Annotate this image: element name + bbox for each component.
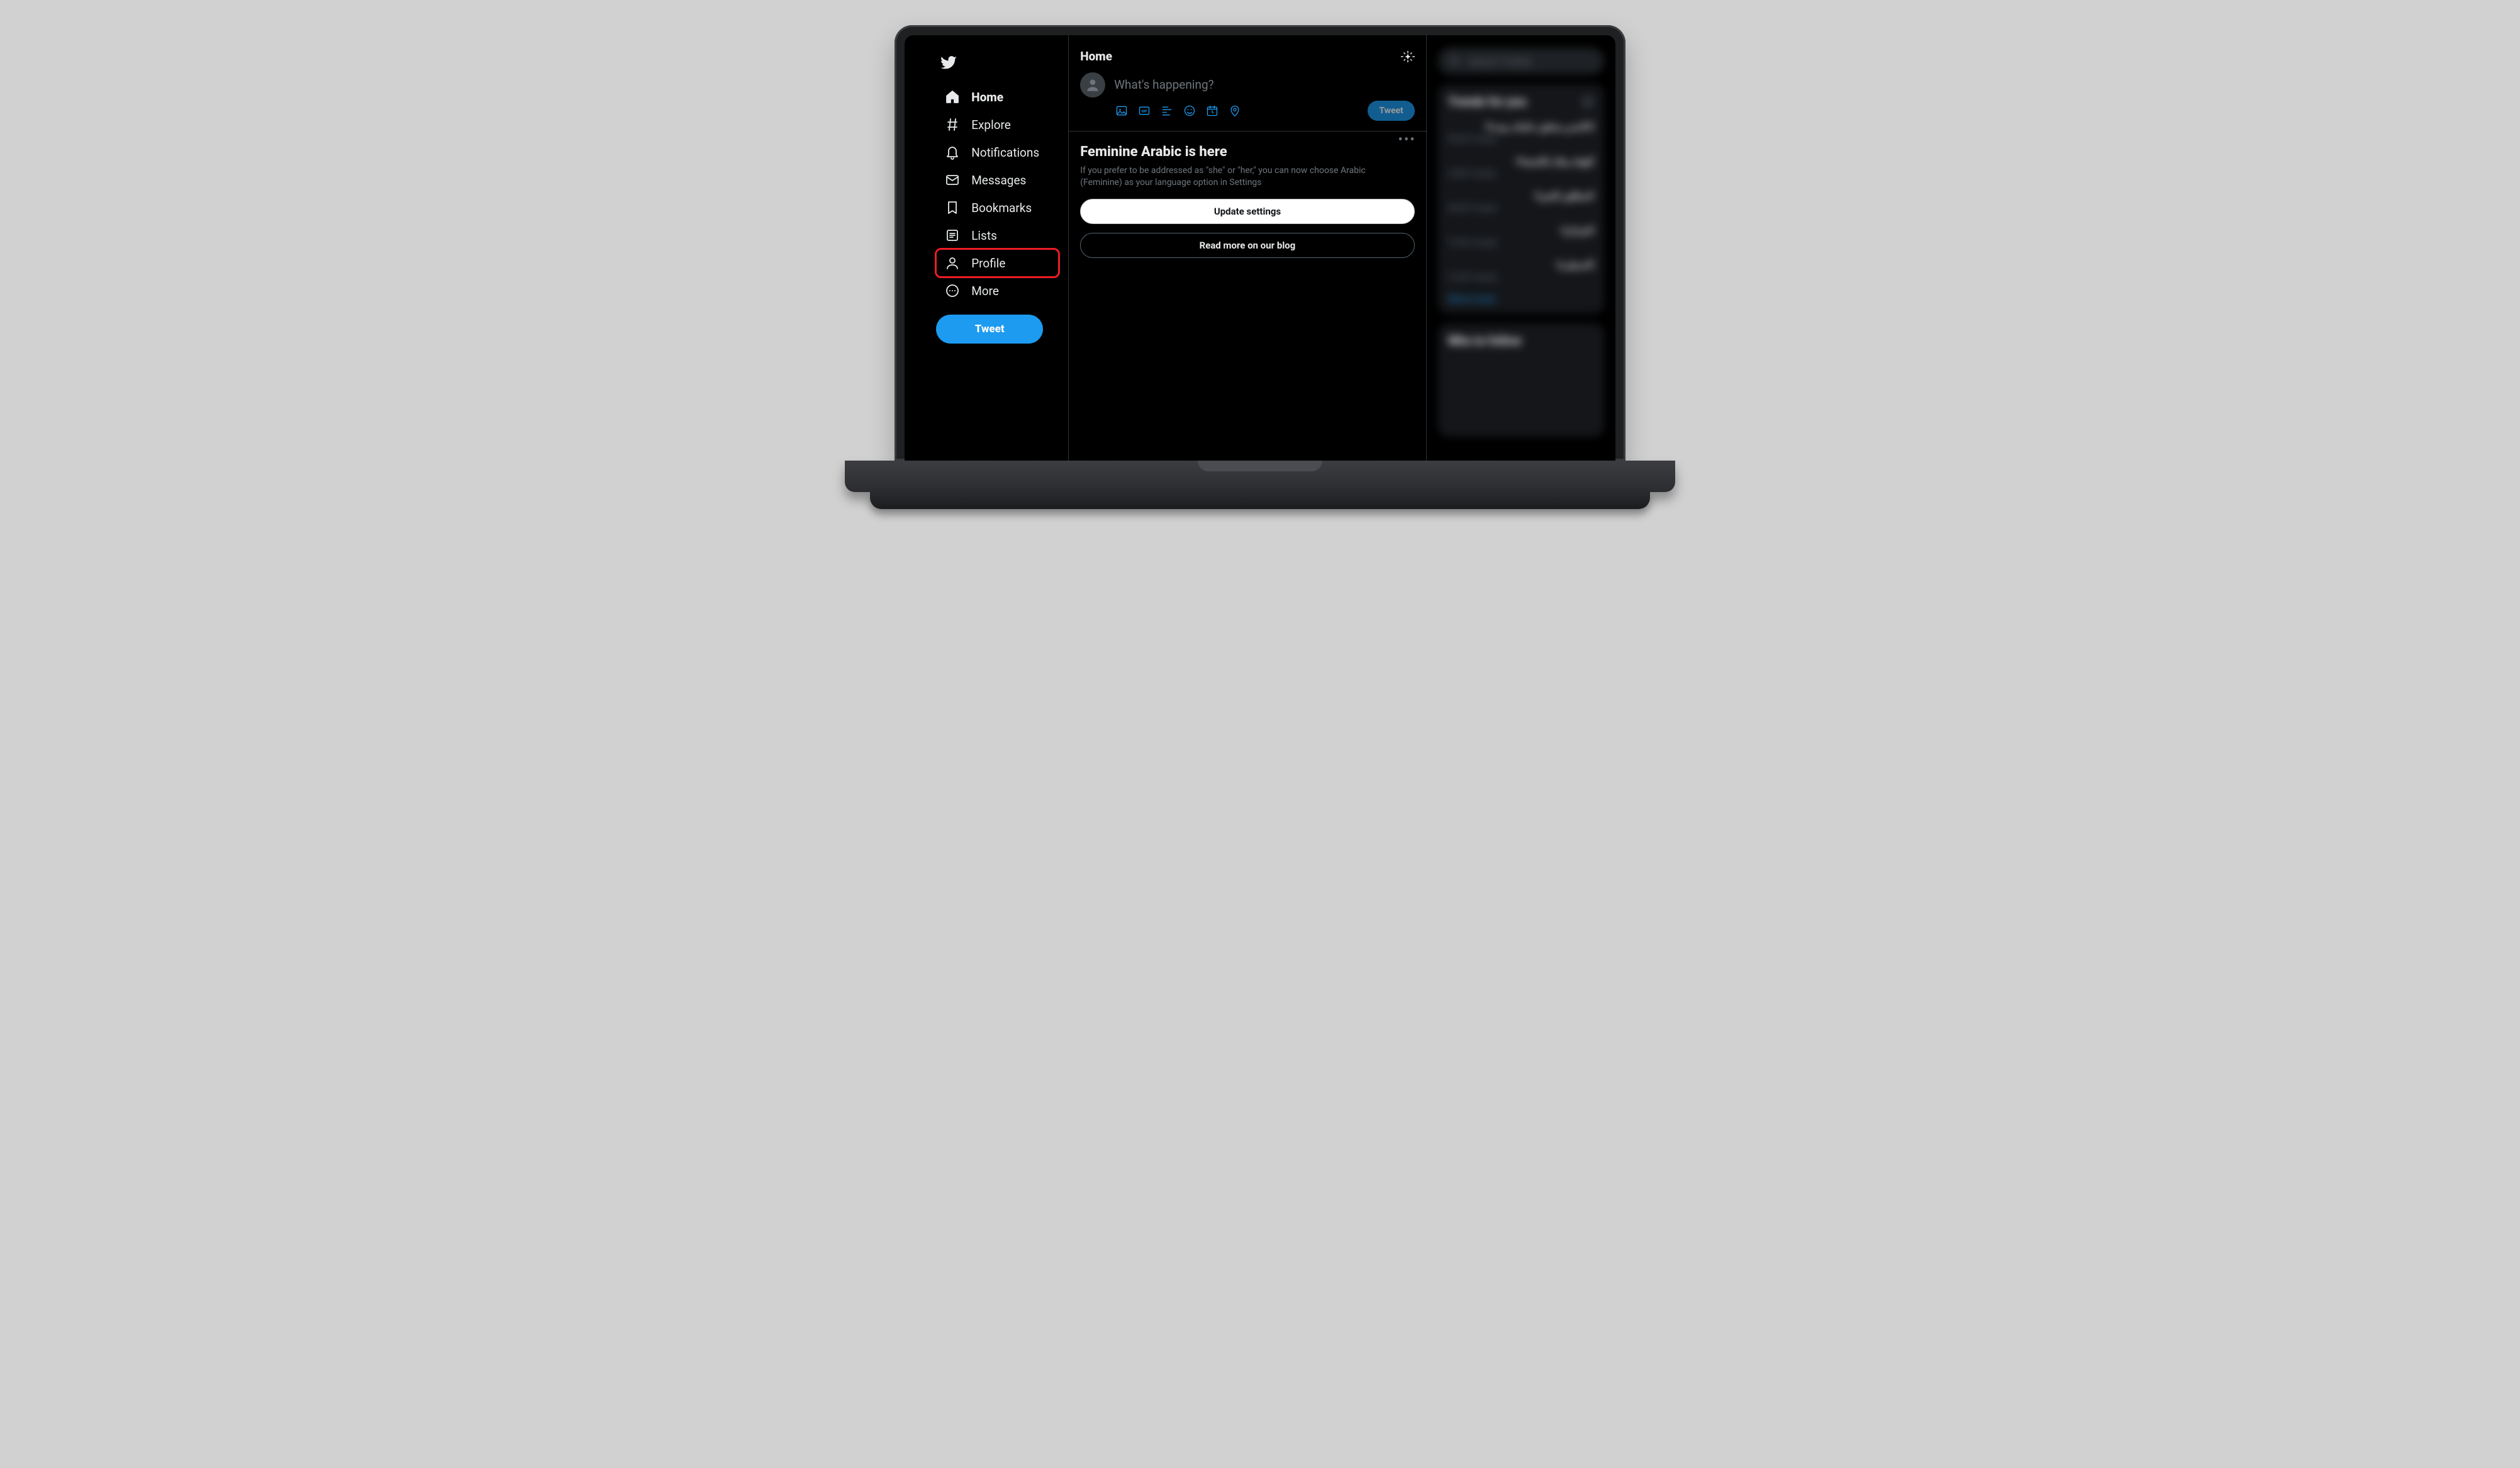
laptop-device-frame: Home Explore Notifications Messages Bookmark… [845, 25, 1675, 509]
sidebar-item-messages[interactable]: Messages [936, 166, 1035, 194]
top-tweets-sparkle-icon[interactable] [1401, 50, 1415, 64]
sidebar-item-home[interactable]: Home [936, 83, 1012, 111]
dots-icon [945, 283, 960, 298]
location-icon[interactable] [1229, 104, 1241, 117]
sidebar-item-profile[interactable]: Profile [936, 249, 1059, 277]
bell-icon [945, 145, 960, 160]
gif-icon[interactable] [1138, 104, 1151, 117]
twitter-app: Home Explore Notifications Messages Bookmark… [905, 35, 1615, 461]
compose-tweet-button[interactable]: Tweet [1368, 101, 1414, 121]
screen: Home Explore Notifications Messages Bookmark… [905, 35, 1615, 461]
gear-icon[interactable] [1581, 96, 1594, 108]
search-placeholder: Search Twitter [1468, 55, 1532, 67]
sidebar-item-more[interactable]: More [936, 277, 1008, 305]
trend-item[interactable]: #الهيئة_بيتك_للتعمية 4,380 Tweets [1448, 150, 1594, 184]
home-icon [945, 89, 960, 104]
hash-icon [945, 117, 960, 132]
timeline-header: Home [1069, 40, 1426, 69]
promo-card: ••• Feminine Arabic is here If you prefe… [1069, 132, 1426, 271]
sidebar: Home Explore Notifications Messages Bookmark… [905, 35, 1068, 461]
sidebar-item-explore[interactable]: Explore [936, 111, 1020, 138]
promo-body: If you prefer to be addressed as "she" o… [1080, 165, 1388, 189]
laptop-foot [870, 492, 1651, 509]
sidebar-item-notifications[interactable]: Notifications [936, 138, 1048, 166]
show-more-link[interactable]: Show more [1448, 288, 1495, 305]
emoji-icon[interactable] [1183, 104, 1196, 117]
compose-tweet: What's happening? Tweet [1069, 69, 1426, 127]
search-input[interactable]: Search Twitter [1438, 48, 1604, 74]
trend-count: 16.9K Tweets [1448, 273, 1594, 283]
trend-title: #المطلق_الخير [1448, 190, 1594, 201]
image-icon[interactable] [1115, 104, 1128, 117]
sidebar-item-label: Home [971, 90, 1003, 104]
sidebar-item-label: Profile [971, 256, 1005, 271]
mail-icon [945, 172, 960, 188]
trend-title: #الهيئة_بيتك_للتعمية [1448, 155, 1594, 167]
user-icon [945, 255, 960, 271]
page-title: Home [1080, 49, 1112, 64]
trend-count: 48.9K Tweets [1448, 204, 1594, 213]
sidebar-item-label: Messages [971, 173, 1026, 188]
sidebar-item-label: Lists [971, 228, 997, 243]
bookmark-icon [945, 200, 960, 215]
read-more-blog-button[interactable]: Read more on our blog [1080, 233, 1415, 258]
sidebar-item-bookmarks[interactable]: Bookmarks [936, 194, 1040, 221]
trend-title: #الجزائر [1448, 225, 1594, 236]
trends-panel: Trends for you #اتاكسي_يحقق_حلمك_ببيت 98.… [1438, 84, 1604, 313]
compose-input[interactable]: What's happening? [1114, 72, 1415, 92]
laptop-base [845, 461, 1675, 492]
sidebar-item-label: Explore [971, 118, 1011, 132]
sidebar-item-label: Notifications [971, 145, 1039, 160]
trends-title: Trends for you [1448, 94, 1527, 109]
list-icon [945, 228, 960, 243]
trend-count: 4,380 Tweets [1448, 169, 1594, 179]
trend-count: 79.9K Tweets [1448, 238, 1594, 248]
schedule-icon[interactable] [1206, 104, 1218, 117]
trend-title: #اتاكسي_يحقق_حلمك_ببيت [1448, 121, 1594, 132]
right-rail: Search Twitter Trends for you #اتاكسي_يح… [1427, 35, 1615, 461]
user-avatar[interactable] [1080, 72, 1105, 98]
main-timeline: Home What's happening? [1068, 35, 1427, 461]
update-settings-button[interactable]: Update settings [1080, 199, 1415, 224]
sidebar-item-lists[interactable]: Lists [936, 221, 1006, 249]
trend-item[interactable]: #اتاكسي_يحقق_حلمك_ببيت 98.9K Tweets [1448, 115, 1594, 150]
trend-item[interactable]: #الجزائر 79.9K Tweets [1448, 219, 1594, 254]
trend-item[interactable]: #الاسطى 16.9K Tweets [1448, 254, 1594, 288]
twitter-logo-icon[interactable] [940, 54, 957, 72]
sidebar-tweet-button[interactable]: Tweet [936, 315, 1043, 344]
poll-icon[interactable] [1161, 104, 1173, 117]
sidebar-item-label: More [971, 284, 999, 298]
trend-count: 98.9K Tweets [1448, 135, 1594, 144]
sidebar-item-label: Bookmarks [971, 201, 1032, 215]
search-icon [1449, 55, 1461, 67]
who-to-follow-title: Who to follow [1448, 333, 1522, 348]
who-to-follow-panel: Who to follow [1438, 323, 1604, 437]
trend-title: #الاسطى [1448, 259, 1594, 271]
promo-title: Feminine Arabic is here [1080, 144, 1415, 160]
trend-item[interactable]: #المطلق_الخير 48.9K Tweets [1448, 184, 1594, 219]
laptop-lid: Home Explore Notifications Messages Bookmark… [895, 25, 1625, 461]
